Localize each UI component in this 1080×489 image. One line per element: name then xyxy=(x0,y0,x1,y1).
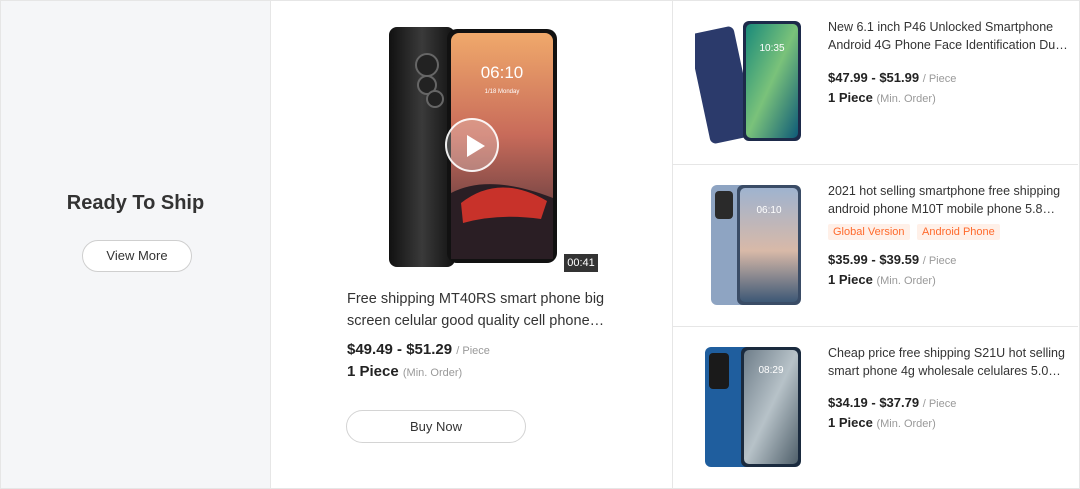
product-list: 10:35 New 6.1 inch P46 Unlocked Smartpho… xyxy=(673,1,1078,488)
section-title: Ready To Ship xyxy=(66,192,205,214)
moq-unit: (Min. Order) xyxy=(876,275,936,287)
video-duration: 00:41 xyxy=(564,254,598,272)
product-title[interactable]: Free shipping MT40RS smart phone big scr… xyxy=(347,288,607,332)
product-image[interactable]: 06:10 xyxy=(695,183,805,308)
moq-unit: (Min. Order) xyxy=(876,93,936,105)
price-range: $47.99 - $51.99 / Piece xyxy=(828,70,956,85)
price-range: $35.99 - $39.59 / Piece xyxy=(828,252,956,267)
min-order: 1 Piece (Min. Order) xyxy=(828,90,936,105)
min-order: 1 Piece (Min. Order) xyxy=(347,363,462,380)
price-range: $34.19 - $37.79 / Piece xyxy=(828,395,956,410)
price-value: $35.99 - $39.59 xyxy=(828,252,920,267)
tag-global-version: Global Version xyxy=(828,224,910,240)
product-tags: Global Version Android Phone xyxy=(828,222,1003,240)
product-card[interactable]: 06:10 2021 hot selling smartphone free s… xyxy=(673,165,1078,327)
moq-value: 1 Piece xyxy=(828,415,873,430)
ready-to-ship-panel: Ready To Ship View More xyxy=(1,1,271,488)
moq-value: 1 Piece xyxy=(828,272,873,287)
screen-time: 10:35 xyxy=(759,43,784,54)
price-unit: / Piece xyxy=(922,255,957,267)
screen-time: 06:10 xyxy=(481,63,524,82)
product-title[interactable]: 2021 hot selling smartphone free shippin… xyxy=(828,182,1068,218)
price-unit: / Piece xyxy=(922,73,957,85)
screen-date: 1/18 Monday xyxy=(485,89,520,95)
product-title[interactable]: Cheap price free shipping S21U hot selli… xyxy=(828,344,1068,380)
price-unit: / Piece xyxy=(456,345,490,357)
featured-product[interactable]: 06:10 1/18 Monday 00:41 Free shipping MT… xyxy=(271,1,673,488)
price-value: $34.19 - $37.79 xyxy=(828,395,920,410)
product-image[interactable]: 08:29 xyxy=(695,345,805,470)
product-card[interactable]: 10:35 New 6.1 inch P46 Unlocked Smartpho… xyxy=(673,1,1078,165)
price-range: $49.49 - $51.29 / Piece xyxy=(347,341,490,358)
price-value: $47.99 - $51.99 xyxy=(828,70,920,85)
view-more-button[interactable]: View More xyxy=(82,240,192,272)
screen-time: 08:29 xyxy=(758,365,783,376)
moq-value: 1 Piece xyxy=(828,90,873,105)
min-order: 1 Piece (Min. Order) xyxy=(828,272,936,287)
min-order: 1 Piece (Min. Order) xyxy=(828,415,936,430)
moq-unit: (Min. Order) xyxy=(876,418,936,430)
screen-time: 06:10 xyxy=(756,205,781,216)
buy-now-button[interactable]: Buy Now xyxy=(346,410,526,443)
product-title[interactable]: New 6.1 inch P46 Unlocked Smartphone And… xyxy=(828,18,1068,54)
tag-android-phone: Android Phone xyxy=(917,224,1000,240)
moq-unit: (Min. Order) xyxy=(402,367,463,379)
product-card[interactable]: 08:29 Cheap price free shipping S21U hot… xyxy=(673,327,1078,488)
product-image[interactable]: 10:35 xyxy=(695,19,805,144)
price-unit: / Piece xyxy=(922,398,957,410)
price-value: $49.49 - $51.29 xyxy=(347,341,453,358)
play-icon[interactable] xyxy=(445,118,499,172)
moq-value: 1 Piece xyxy=(347,363,399,380)
